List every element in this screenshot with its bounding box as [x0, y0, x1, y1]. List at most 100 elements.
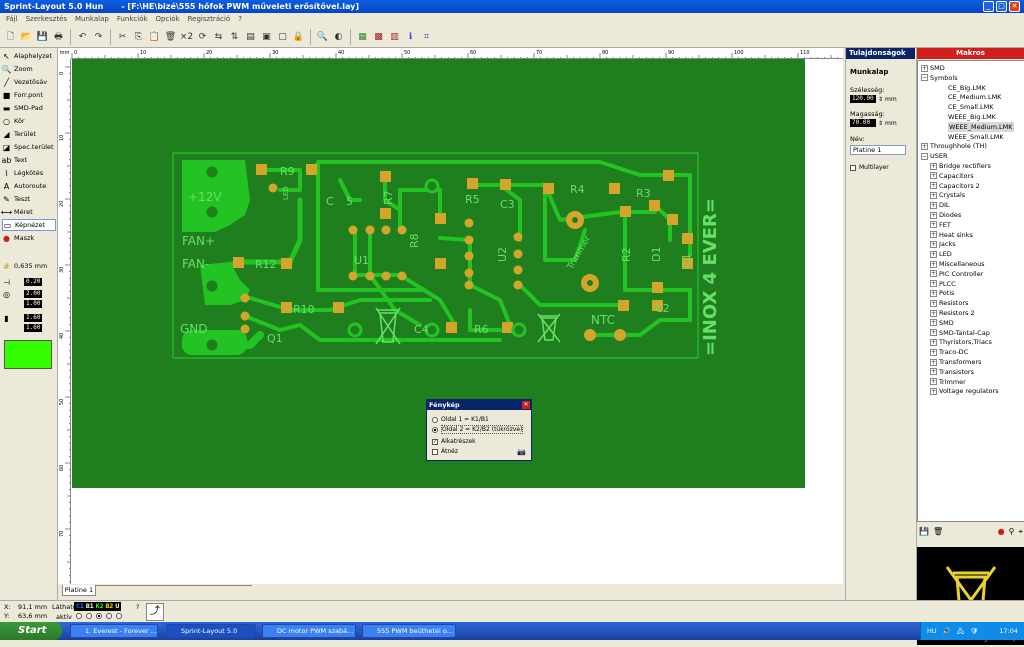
macro-tree-item[interactable]: CE_Small.LMK	[939, 102, 994, 112]
macro-tree-item[interactable]: + Traco-DC	[930, 347, 968, 357]
macro-tree-item[interactable]: + Resistors 2	[930, 308, 975, 318]
layer-b1[interactable]: B1	[86, 602, 94, 611]
tool-autoroute[interactable]: A Autoroute	[2, 180, 56, 192]
tool-track[interactable]: ╱ Vezetősáv	[2, 76, 56, 88]
expand-icon[interactable]: +	[930, 299, 937, 307]
tool-pad[interactable]: ■ Forr.pont	[2, 89, 56, 101]
tool-smd[interactable]: ▬ SMD-Pad	[2, 102, 56, 114]
macro-tree-item[interactable]: + SMD-Tantal-Cap	[930, 328, 990, 338]
track-width-value[interactable]: 0.20	[24, 278, 43, 286]
cut-icon[interactable]: ✂	[116, 30, 129, 44]
tool-test[interactable]: ✎ Teszt	[2, 193, 56, 205]
layer-route-icon[interactable]: ⤴	[146, 603, 164, 621]
expand-icon[interactable]: +	[930, 348, 937, 356]
expand-icon[interactable]: +	[930, 250, 937, 258]
tool-special-area[interactable]: ◪ Spec.terület	[2, 141, 56, 153]
camera-icon[interactable]: 📷	[517, 448, 526, 456]
layer-k2[interactable]: K2	[96, 602, 104, 611]
layer-u[interactable]: U	[115, 602, 119, 611]
macro-tree-item[interactable]: + Throughhole (TH)	[921, 141, 987, 151]
macro-tree-item[interactable]: + Jacks	[930, 239, 956, 249]
macro-tree-item[interactable]: + Capacitors 2	[930, 181, 980, 191]
expand-icon[interactable]: +	[930, 270, 937, 278]
macro-tree-item[interactable]: + Thyristors,Triacs	[930, 337, 992, 347]
macro-tree-item[interactable]: − Symbols	[921, 73, 958, 83]
macro-tree-item[interactable]: + SMD	[930, 318, 954, 328]
connect-icon[interactable]: ⌗	[420, 30, 433, 44]
delete-icon[interactable]: 🗑	[164, 30, 177, 44]
macro-tree-item[interactable]: CE_Medium.LMK	[939, 92, 1001, 102]
drc-icon[interactable]: ▦	[356, 30, 369, 44]
delete-icon[interactable]: 🗑	[933, 527, 943, 537]
gerber-icon[interactable]: ▥	[388, 30, 401, 44]
macro-tree-item[interactable]: + PIC Controller	[930, 269, 983, 279]
save-icon[interactable]: 💾	[919, 527, 929, 537]
macro-tree-item[interactable]: + Transistors	[930, 367, 974, 377]
menu-sheet[interactable]: Munkalap	[75, 13, 109, 25]
paste-icon[interactable]: 📋	[148, 30, 161, 44]
track-width-setting[interactable]: ⊣ 0.20	[2, 276, 56, 288]
side2-option[interactable]: Oldal 2 = K2/B2 (tükrözve)	[432, 425, 524, 434]
menu-options[interactable]: Opciók	[156, 13, 180, 25]
pad-inner-value[interactable]: 1.00	[24, 300, 43, 308]
macro-tree-item[interactable]: + Voltage regulators	[930, 386, 999, 396]
radio-button[interactable]	[106, 613, 112, 619]
expand-icon[interactable]: +	[921, 142, 928, 150]
maximize-button[interactable]: □	[996, 1, 1007, 12]
tray-icon[interactable]: 🛡	[970, 622, 978, 640]
lock-icon[interactable]: 🔒	[292, 30, 305, 44]
expand-icon[interactable]: +	[930, 182, 937, 190]
expand-icon[interactable]: +	[930, 309, 937, 317]
transparent-checkbox[interactable]: Átnéz	[432, 447, 458, 456]
macro-tree-item[interactable]: CE_Big.LMK	[939, 83, 986, 93]
collapse-icon[interactable]: −	[921, 152, 928, 160]
filter-icon[interactable]: ⚲	[1009, 527, 1015, 537]
tool-area[interactable]: ◢ Terület	[2, 128, 56, 140]
redo-icon[interactable]: ↷	[92, 30, 105, 44]
smd-height-value[interactable]: 1.60	[24, 324, 43, 332]
radio-button[interactable]	[86, 613, 92, 619]
record-icon[interactable]: ●	[998, 527, 1005, 537]
ungroup-icon[interactable]: ▢	[276, 30, 289, 44]
expand-icon[interactable]: +	[930, 378, 937, 386]
macro-tree-item[interactable]: − USER	[921, 151, 948, 161]
macro-tree-item[interactable]: + Crystals	[930, 190, 965, 200]
side1-option[interactable]: Oldal 1 = K1/B1	[432, 415, 489, 424]
expand-icon[interactable]: +	[930, 260, 937, 268]
layer-b2[interactable]: B2	[105, 602, 113, 611]
radio-button[interactable]	[432, 416, 438, 423]
taskbar-item[interactable]: 1. Everest - Forever ...	[70, 624, 158, 638]
components-checkbox[interactable]: ✓ Alkatrészek	[432, 437, 476, 446]
macro-tree-item[interactable]: WEEE_Small.LMK	[939, 132, 1004, 142]
spin-icon[interactable]: ⇕	[878, 120, 883, 127]
expand-icon[interactable]: +	[930, 368, 937, 376]
mirror-h-icon[interactable]: ⇆	[212, 30, 225, 44]
tool-circle[interactable]: ○ Kör	[2, 115, 56, 127]
macro-tree-item[interactable]: WEEE_Big.LMK	[939, 112, 996, 122]
find-icon[interactable]: 🔍	[316, 30, 329, 44]
pad-inner-setting[interactable]: 1.00	[2, 298, 56, 310]
smd-height-setting[interactable]: 1.60	[2, 322, 56, 334]
height-field[interactable]: 70.00	[850, 119, 876, 127]
expand-icon[interactable]: +	[930, 162, 937, 170]
tool-measure[interactable]: ⟷ Méret	[1, 206, 56, 218]
macro-tree-item[interactable]: + Resistors	[930, 298, 968, 308]
macro-tree-item[interactable]: + Potis	[930, 288, 954, 298]
mirror-v-icon[interactable]: ⇅	[228, 30, 241, 44]
tool-photoview[interactable]: ▭ Képnézet	[2, 219, 56, 231]
grid-setting[interactable]: #0,635 mm	[2, 260, 56, 272]
macro-tree-item[interactable]: + PLCC	[930, 279, 956, 289]
layer-c1[interactable]: C1	[76, 602, 84, 611]
expand-icon[interactable]: +	[930, 319, 937, 327]
start-button[interactable]: Start	[0, 622, 62, 640]
menu-edit[interactable]: Szerkesztés	[26, 13, 67, 25]
menu-file[interactable]: Fájl	[6, 13, 18, 25]
checkbox[interactable]: ✓	[432, 438, 438, 445]
tool-zoom[interactable]: 🔍 Zoom	[2, 63, 56, 75]
tool-mask[interactable]: ● Maszk	[2, 232, 56, 244]
pin-icon[interactable]: ⌖	[1018, 527, 1023, 537]
macro-tree-item[interactable]: + Trimmer	[930, 377, 966, 387]
expand-icon[interactable]: +	[930, 240, 937, 248]
layer-selector[interactable]: C1 B1 K2 B2 U	[74, 602, 122, 611]
expand-icon[interactable]: +	[921, 64, 928, 72]
